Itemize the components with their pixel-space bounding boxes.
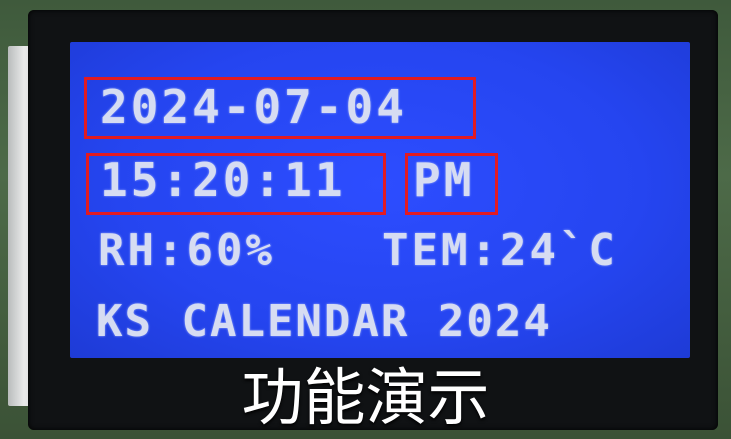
temperature-readout: TEM:24`C — [382, 225, 618, 276]
calendar-title: KS CALENDAR 2024 — [96, 296, 552, 347]
ampm-highlight-box — [405, 153, 498, 215]
humidity-readout: RH:60% — [98, 225, 275, 276]
time-highlight-box — [86, 153, 386, 215]
demo-caption: 功能演示 — [241, 361, 490, 434]
date-highlight-box — [84, 77, 476, 139]
